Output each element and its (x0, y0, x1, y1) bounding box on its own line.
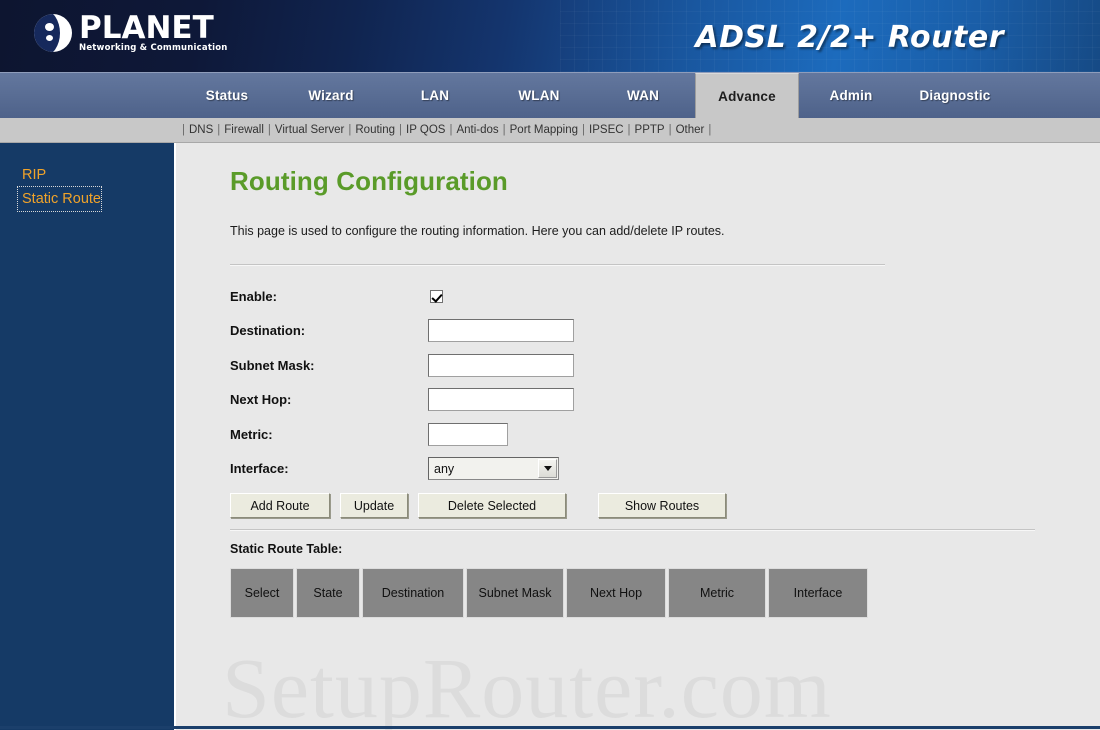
form-row-subnet-mask: Subnet Mask: (230, 348, 1100, 383)
chevron-down-icon[interactable] (538, 459, 557, 479)
subnav-item-pptp[interactable]: PPTP (635, 124, 665, 136)
table-header-metric: Metric (668, 568, 766, 618)
destination-input[interactable] (428, 319, 574, 343)
subnav-item-port-mapping[interactable]: Port Mapping (510, 124, 578, 136)
page-title: Routing Configuration (230, 166, 508, 196)
subnav-separator: | (582, 124, 586, 136)
masthead: PLANET Networking & Communication ADSL 2… (0, 0, 1100, 72)
subnav-item-anti-dos[interactable]: Anti-dos (456, 124, 498, 136)
form-row-metric: Metric: (230, 417, 1100, 452)
sub-navbar: | DNS | Firewall | Virtual Server | Rout… (0, 118, 1100, 143)
sidebar-item-static-route[interactable]: Static Route (17, 186, 102, 212)
label-subnet-mask: Subnet Mask: (230, 357, 315, 373)
tab-wizard[interactable]: Wizard (279, 73, 383, 118)
show-routes-button[interactable]: Show Routes (598, 493, 726, 518)
table-header-select: Select (230, 568, 294, 618)
label-destination: Destination: (230, 323, 306, 339)
product-title: ADSL 2/2+ Router (695, 20, 1004, 55)
subnav-separator: | (267, 124, 271, 136)
tab-admin[interactable]: Admin (799, 73, 903, 118)
subnav-item-firewall[interactable]: Firewall (224, 124, 264, 136)
brand-name: PLANET (79, 10, 214, 46)
metric-input[interactable] (428, 422, 508, 446)
main-navbar: Status Wizard LAN WLAN WAN Advance Admin… (0, 72, 1100, 118)
planet-logo-text: PLANET Networking & Communication (79, 12, 228, 53)
tab-diagnostic[interactable]: Diagnostic (903, 73, 1007, 118)
form-button-row: Add Route Update Delete Selected Show Ro… (230, 493, 1100, 518)
site-watermark: SetupRouter.com (222, 640, 832, 730)
form-row-next-hop: Next Hop: (230, 383, 1100, 418)
static-route-form: Enable: Destination: Subnet Mask: Next H… (230, 279, 1100, 486)
router-admin-page: PLANET Networking & Communication ADSL 2… (0, 0, 1100, 730)
content-panel: Routing Configuration This page is used … (176, 143, 1100, 730)
subnav-separator: | (502, 124, 506, 136)
form-row-enable: Enable: (230, 279, 1100, 314)
table-header-subnet-mask: Subnet Mask (466, 568, 564, 618)
tab-wan[interactable]: WAN (591, 73, 695, 118)
subnav-separator: | (182, 124, 185, 136)
table-header-interface: Interface (768, 568, 868, 618)
subnav-separator: | (708, 124, 712, 136)
brand-tagline: Networking & Communication (79, 43, 228, 53)
subnav-separator: | (217, 124, 221, 136)
tab-status[interactable]: Status (175, 73, 279, 118)
table-header-destination: Destination (362, 568, 464, 618)
enable-checkbox[interactable] (430, 289, 443, 303)
planet-logo: PLANET Networking & Communication (34, 12, 228, 53)
sidebar: RIP Static Route (0, 143, 176, 730)
subnav-separator: | (348, 124, 352, 136)
subnav-item-virtual-server[interactable]: Virtual Server (275, 124, 344, 136)
page-description: This page is used to configure the routi… (230, 224, 725, 238)
table-header-next-hop: Next Hop (566, 568, 666, 618)
sidebar-item-rip[interactable]: RIP (0, 163, 46, 187)
subnav-item-ip-qos[interactable]: IP QOS (406, 124, 445, 136)
subnav-item-dns[interactable]: DNS (189, 124, 213, 136)
subnav-separator: | (627, 124, 631, 136)
subnav-item-other[interactable]: Other (676, 124, 705, 136)
tab-wlan[interactable]: WLAN (487, 73, 591, 118)
tab-advance[interactable]: Advance (695, 73, 799, 118)
tab-lan[interactable]: LAN (383, 73, 487, 118)
subnav-separator: | (449, 124, 453, 136)
subnav-separator: | (668, 124, 672, 136)
static-route-table-caption: Static Route Table: (230, 542, 343, 556)
label-enable: Enable: (230, 288, 277, 304)
subnav-item-ipsec[interactable]: IPSEC (589, 124, 624, 136)
divider-top (230, 264, 885, 266)
interface-select-value: any (434, 461, 455, 476)
update-button[interactable]: Update (340, 493, 408, 518)
next-hop-input[interactable] (428, 388, 574, 412)
subnav-separator: | (399, 124, 403, 136)
interface-select[interactable]: any (428, 457, 559, 481)
planet-logo-icon (34, 14, 72, 52)
label-next-hop: Next Hop: (230, 392, 292, 408)
static-route-table: Select State Destination Subnet Mask Nex… (230, 568, 1100, 618)
label-metric: Metric: (230, 426, 273, 442)
delete-selected-button[interactable]: Delete Selected (418, 493, 566, 518)
form-row-destination: Destination: (230, 314, 1100, 349)
subnet-mask-input[interactable] (428, 353, 574, 377)
subnav-item-routing[interactable]: Routing (355, 124, 395, 136)
main-nav-tabs: Status Wizard LAN WLAN WAN Advance Admin… (175, 73, 1007, 118)
form-row-interface: Interface: any (230, 452, 1100, 487)
label-interface: Interface: (230, 461, 289, 477)
body-wrapper: RIP Static Route Routing Configuration T… (0, 143, 1100, 730)
table-header-state: State (296, 568, 360, 618)
add-route-button[interactable]: Add Route (230, 493, 330, 518)
divider-middle (230, 529, 1035, 531)
